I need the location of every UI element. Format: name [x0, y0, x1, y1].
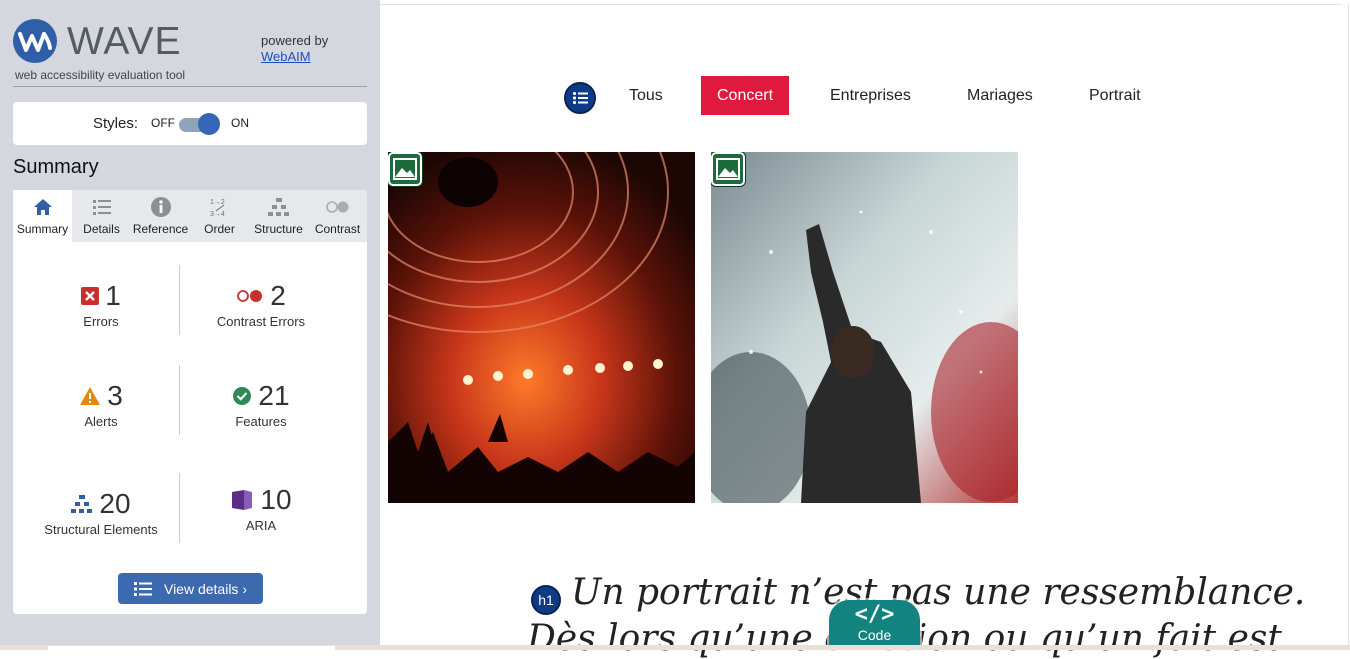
- divider: [13, 86, 367, 87]
- webaim-link[interactable]: WebAIM: [261, 49, 328, 65]
- svg-text:1→2: 1→2: [210, 199, 225, 206]
- wave-logo-icon: [13, 19, 57, 63]
- stat-errors[interactable]: 1 Errors: [21, 280, 181, 329]
- concert-photo-stage[interactable]: [388, 152, 695, 503]
- structural-count: 20: [99, 488, 131, 519]
- alerts-count: 3: [107, 380, 123, 411]
- view-details-label: View details ›: [163, 580, 247, 597]
- powered-by: powered by WebAIM: [261, 33, 328, 65]
- info-icon: [131, 196, 190, 218]
- alerts-label: Alerts: [84, 414, 118, 429]
- image-icon[interactable]: [388, 152, 422, 186]
- window-bottom-strip: [0, 645, 1350, 650]
- stat-structural[interactable]: 20 Structural Elements: [21, 488, 181, 537]
- aria-icon: [232, 490, 253, 510]
- styles-toggle-panel: Styles: OFF ON: [13, 102, 367, 145]
- contrast-icon: [308, 196, 367, 218]
- tab-structure[interactable]: Structure: [249, 190, 308, 242]
- svg-text:3→4: 3→4: [210, 211, 225, 218]
- summary-heading: Summary: [13, 156, 99, 178]
- view-details-button[interactable]: View details ›: [118, 573, 263, 604]
- tab-reference-label: Reference: [132, 222, 189, 236]
- image-icon[interactable]: [711, 152, 745, 186]
- tab-contrast[interactable]: Contrast: [308, 190, 367, 242]
- error-icon: [81, 287, 100, 305]
- divider: [1348, 4, 1349, 650]
- styles-toggle-knob[interactable]: [198, 113, 220, 135]
- nav-item-concert[interactable]: Concert: [701, 76, 790, 115]
- tab-structure-label: Structure: [254, 222, 303, 236]
- wave-logo-text: WAVE: [67, 20, 182, 63]
- structure-icon: [249, 196, 308, 218]
- stat-aria[interactable]: 10 ARIA: [181, 484, 341, 533]
- styles-label: Styles:: [93, 115, 139, 132]
- page-heading: Un portrait n’est pas une ressemblance.: [571, 572, 1306, 613]
- aria-count: 10: [260, 484, 292, 515]
- tab-summary[interactable]: Summary: [13, 190, 72, 242]
- h1-badge-icon[interactable]: h1: [531, 585, 561, 615]
- tab-reference[interactable]: Reference: [131, 190, 190, 242]
- errors-count: 1: [105, 280, 121, 311]
- styles-on-label: ON: [231, 116, 249, 130]
- nav-item-mariages[interactable]: Mariages: [951, 76, 1049, 115]
- list-icon[interactable]: [564, 82, 596, 114]
- list-icon: [133, 581, 152, 596]
- stat-alerts[interactable]: 3 Alerts: [21, 380, 181, 429]
- wave-tabs: Summary Details Reference 1→2 3→4 Order S…: [13, 190, 367, 242]
- features-label: Features: [235, 414, 287, 429]
- code-icon: </>: [854, 602, 895, 627]
- contrast-errors-label: Contrast Errors: [216, 314, 306, 329]
- scroll-segment: [48, 646, 335, 650]
- errors-label: Errors: [83, 314, 119, 329]
- wave-logo-subtitle: web accessibility evaluation tool: [15, 68, 186, 82]
- styles-off-label: OFF: [151, 116, 175, 130]
- nav-item-entreprises[interactable]: Entreprises: [814, 76, 927, 115]
- features-count: 21: [258, 380, 290, 411]
- wave-sidebar: WAVE web accessibility evaluation tool p…: [0, 0, 380, 650]
- nav-item-tous[interactable]: Tous: [613, 76, 679, 115]
- alert-icon: [80, 387, 101, 405]
- powered-by-label: powered by: [261, 33, 329, 48]
- order-icon: 1→2 3→4: [190, 196, 249, 218]
- page-content: Tous Concert Entreprises Mariages Portra…: [380, 0, 1350, 659]
- contrast-error-icon: [237, 290, 263, 302]
- feature-check-icon: [233, 387, 252, 405]
- tab-order[interactable]: 1→2 3→4 Order: [190, 190, 249, 242]
- structural-icon: [71, 495, 93, 513]
- aria-label: ARIA: [245, 518, 277, 533]
- tab-details[interactable]: Details: [72, 190, 131, 242]
- tab-order-label: Order: [204, 222, 235, 236]
- code-toggle-button[interactable]: </> Code: [829, 600, 920, 650]
- stat-features[interactable]: 21 Features: [181, 380, 341, 429]
- list-icon: [72, 196, 131, 218]
- summary-panel: 1 Errors 2 Contrast Errors 3 Alerts 21 F…: [13, 242, 367, 614]
- nav-item-portrait[interactable]: Portrait: [1073, 76, 1157, 115]
- code-label: Code: [857, 627, 892, 643]
- divider: [380, 4, 1342, 5]
- structural-label: Structural Elements: [44, 522, 158, 537]
- tab-details-label: Details: [83, 222, 120, 236]
- stat-contrast-errors[interactable]: 2 Contrast Errors: [181, 280, 341, 329]
- contrast-errors-count: 2: [270, 280, 286, 311]
- tab-summary-label: Summary: [16, 222, 69, 236]
- home-icon: [13, 196, 72, 218]
- tab-contrast-label: Contrast: [314, 222, 361, 236]
- concert-photo-singer[interactable]: [711, 152, 1018, 503]
